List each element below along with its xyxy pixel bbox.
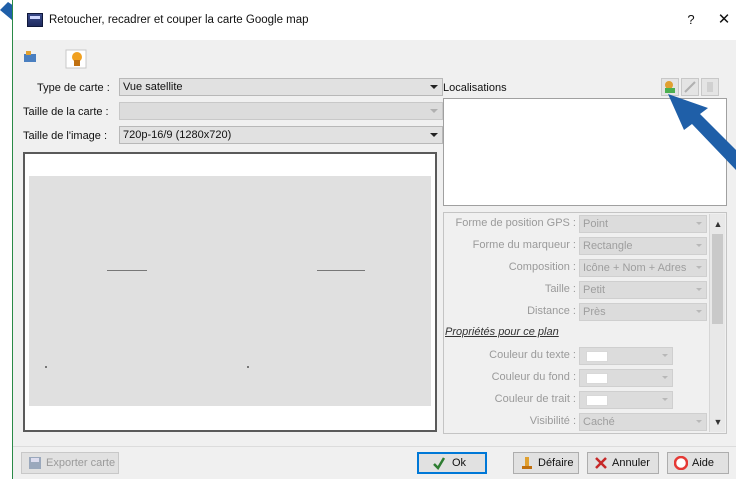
size-select[interactable]: Petit bbox=[579, 281, 707, 299]
composition-select[interactable]: Icône + Nom + Adres bbox=[579, 259, 707, 277]
window-title: Retoucher, recadrer et couper la carte G… bbox=[49, 14, 309, 26]
scrollbar-thumb[interactable] bbox=[712, 234, 723, 324]
undo-label: Défaire bbox=[538, 457, 574, 469]
gps-shape-value: Point bbox=[583, 218, 609, 230]
trash-icon bbox=[707, 82, 713, 92]
text-color-picker[interactable] bbox=[579, 347, 673, 365]
map-artifact bbox=[45, 366, 47, 368]
map-size-label: Taille de la carte : bbox=[23, 106, 109, 118]
save-icon bbox=[29, 457, 41, 469]
marker-shape-select[interactable]: Rectangle bbox=[579, 237, 707, 255]
visibility-select[interactable]: Caché bbox=[579, 413, 707, 431]
dialog-window: Retoucher, recadrer et couper la carte G… bbox=[12, 0, 736, 479]
line-color-swatch bbox=[586, 395, 608, 406]
check-icon bbox=[433, 457, 446, 470]
marker-shape-value: Rectangle bbox=[583, 240, 633, 252]
map-pin-icon bbox=[665, 81, 675, 93]
lifebuoy-icon bbox=[674, 456, 688, 470]
chevron-down-icon bbox=[430, 85, 438, 89]
map-artifact bbox=[107, 270, 147, 271]
image-size-label: Taille de l'image : bbox=[23, 130, 108, 142]
distance-value: Près bbox=[583, 306, 606, 318]
size-label: Taille : bbox=[544, 283, 576, 295]
composition-value: Icône + Nom + Adres bbox=[583, 262, 687, 274]
undo-button[interactable]: Défaire bbox=[513, 452, 579, 474]
tab-edit-icon[interactable] bbox=[65, 48, 87, 70]
gps-shape-label: Forme de position GPS : bbox=[455, 217, 576, 229]
distance-select[interactable]: Près bbox=[579, 303, 707, 321]
chevron-down-icon bbox=[430, 109, 438, 113]
line-color-picker[interactable] bbox=[579, 391, 673, 409]
properties-panel: Forme de position GPS : Point Forme du m… bbox=[443, 212, 727, 434]
text-color-label: Couleur du texte : bbox=[489, 349, 576, 361]
distance-label: Distance : bbox=[527, 305, 576, 317]
chevron-down-icon bbox=[430, 133, 438, 137]
close-button[interactable]: ✕ bbox=[713, 10, 735, 30]
map-size-select[interactable] bbox=[119, 102, 443, 120]
help-dialog-button[interactable]: Aide bbox=[667, 452, 729, 474]
cancel-label: Annuler bbox=[612, 457, 650, 469]
cancel-button[interactable]: Annuler bbox=[587, 452, 659, 474]
undo-icon bbox=[522, 457, 532, 469]
tab-strip bbox=[13, 40, 736, 68]
export-map-label: Exporter carte bbox=[46, 457, 116, 469]
help-label: Aide bbox=[692, 457, 715, 469]
map-preview[interactable] bbox=[23, 152, 437, 432]
gps-shape-select[interactable]: Point bbox=[579, 215, 707, 233]
locations-label: Localisations bbox=[443, 82, 507, 94]
pencil-icon bbox=[684, 81, 696, 93]
bg-color-label: Couleur du fond : bbox=[491, 371, 576, 383]
composition-label: Composition : bbox=[508, 261, 576, 273]
properties-scrollbar[interactable]: ▲ ▼ bbox=[709, 214, 725, 432]
text-color-swatch bbox=[586, 351, 608, 362]
map-preview-canvas[interactable] bbox=[29, 176, 431, 406]
title-bar: Retoucher, recadrer et couper la carte G… bbox=[13, 0, 736, 40]
scroll-up-icon[interactable]: ▲ bbox=[710, 216, 726, 232]
tab-map-icon[interactable] bbox=[23, 50, 37, 64]
export-map-button[interactable]: Exporter carte bbox=[21, 452, 119, 474]
map-type-label: Type de carte : bbox=[37, 82, 110, 94]
map-type-value: Vue satellite bbox=[123, 81, 183, 93]
section-title-plan-properties: Propriétés pour ce plan bbox=[445, 326, 559, 338]
visibility-label: Visibilité : bbox=[529, 415, 576, 427]
x-icon bbox=[595, 457, 607, 469]
image-size-value: 720p-16/9 (1280x720) bbox=[123, 129, 232, 141]
map-type-select[interactable]: Vue satellite bbox=[119, 78, 443, 96]
ok-button[interactable]: Ok bbox=[417, 452, 487, 474]
visibility-value: Caché bbox=[583, 416, 615, 428]
bg-color-swatch bbox=[586, 373, 608, 384]
annotation-arrow-right bbox=[668, 94, 736, 170]
help-button[interactable]: ? bbox=[681, 10, 701, 30]
app-icon bbox=[27, 13, 43, 27]
scroll-down-icon[interactable]: ▼ bbox=[710, 414, 726, 430]
marker-shape-label: Forme du marqueur : bbox=[472, 239, 576, 251]
map-artifact bbox=[247, 366, 249, 368]
size-value: Petit bbox=[583, 284, 606, 296]
map-artifact bbox=[317, 270, 365, 271]
bg-color-picker[interactable] bbox=[579, 369, 673, 387]
line-color-label: Couleur de trait : bbox=[494, 393, 576, 405]
image-size-select[interactable]: 720p-16/9 (1280x720) bbox=[119, 126, 443, 144]
